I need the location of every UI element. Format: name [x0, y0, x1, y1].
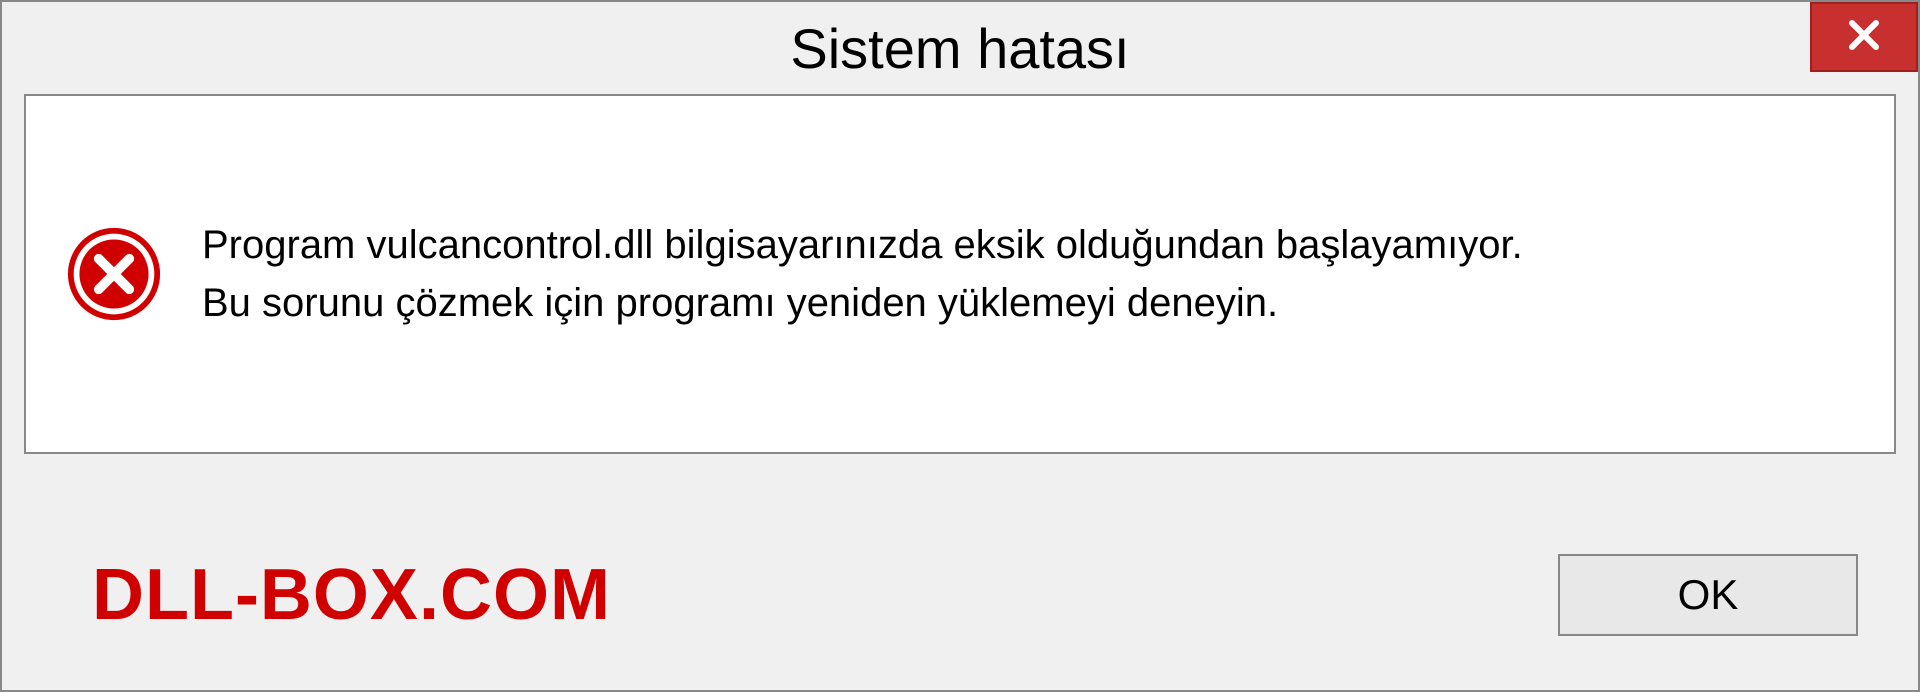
error-icon: [66, 226, 162, 322]
message-line-1: Program vulcancontrol.dll bilgisayarınız…: [202, 216, 1854, 274]
close-icon: [1846, 17, 1882, 58]
ok-button[interactable]: OK: [1558, 554, 1858, 636]
titlebar: Sistem hatası: [2, 2, 1918, 94]
error-dialog: Sistem hatası Program vulcancontrol.dll …: [0, 0, 1920, 692]
footer-area: DLL-BOX.COM OK: [2, 500, 1918, 690]
message-line-2: Bu sorunu çözmek için programı yeniden y…: [202, 274, 1854, 332]
close-button[interactable]: [1810, 2, 1918, 72]
ok-button-label: OK: [1678, 571, 1739, 619]
dialog-title: Sistem hatası: [790, 16, 1129, 81]
content-panel: Program vulcancontrol.dll bilgisayarınız…: [24, 94, 1896, 454]
watermark-text: DLL-BOX.COM: [92, 554, 611, 636]
message-block: Program vulcancontrol.dll bilgisayarınız…: [202, 216, 1854, 332]
